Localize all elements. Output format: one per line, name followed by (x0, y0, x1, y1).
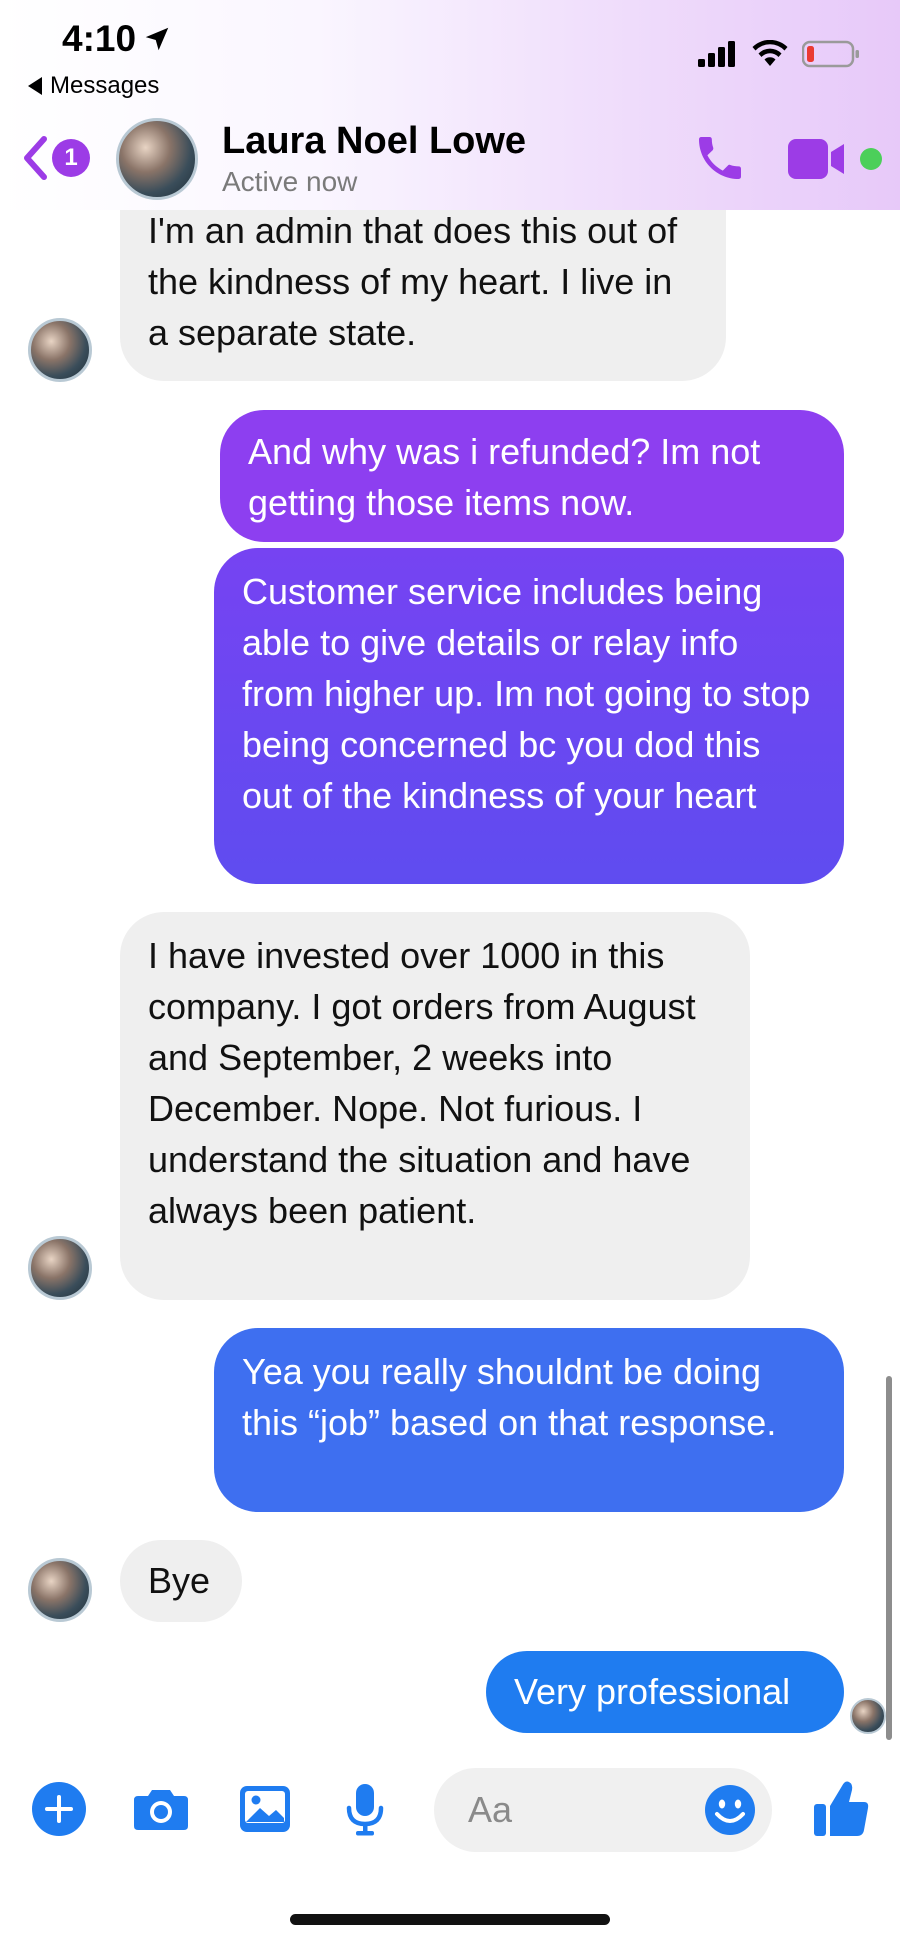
message-text: Bye (148, 1560, 211, 1601)
message-bubble-outgoing[interactable]: Very professional (486, 1651, 844, 1733)
plus-icon[interactable] (30, 1780, 88, 1838)
message-bubble-incoming[interactable]: I have invested over 1000 in this compan… (120, 912, 750, 1300)
sender-avatar (28, 318, 92, 382)
chevron-left-icon (24, 136, 47, 180)
location-arrow-icon (145, 27, 169, 51)
composer-bar (0, 1760, 900, 1860)
back-button[interactable]: 1 (20, 134, 90, 182)
contact-name[interactable]: Laura Noel Lowe (222, 120, 526, 163)
message-text: Very professional (514, 1671, 791, 1712)
status-icons (698, 40, 860, 68)
status-time-text: 4:10 (62, 18, 137, 59)
message-bubble-incoming[interactable]: I'm an admin that does this out of the k… (120, 189, 726, 381)
emoji-icon[interactable] (704, 1784, 756, 1836)
unread-badge: 1 (52, 139, 90, 177)
sender-avatar (28, 1558, 92, 1622)
phone-icon[interactable] (692, 130, 748, 186)
message-text: I have invested over 1000 in this compan… (148, 935, 696, 1231)
message-bubble-incoming[interactable]: Bye (120, 1540, 242, 1622)
top-bar: 4:10 Messages 1 Laura Noel Lowe Active n… (0, 0, 900, 210)
message-text: I'm an admin that does this out of the k… (148, 210, 678, 353)
battery-icon (802, 40, 859, 68)
thumbs-up-icon[interactable] (812, 1778, 870, 1838)
home-indicator[interactable] (290, 1914, 610, 1925)
microphone-icon[interactable] (336, 1780, 394, 1838)
contact-status: Active now (222, 166, 358, 197)
wifi-icon (752, 40, 788, 66)
message-bubble-outgoing[interactable]: Yea you really shouldnt be doing this “j… (214, 1328, 844, 1512)
status-time: 4:10 (62, 18, 172, 60)
message-text: Customer service includes being able to … (242, 571, 811, 816)
contact-avatar[interactable] (116, 118, 198, 200)
scrollbar[interactable] (886, 1376, 892, 1740)
camera-icon[interactable] (132, 1780, 190, 1838)
message-text: And why was i refunded? Im not getting t… (248, 431, 761, 523)
back-triangle-icon (28, 77, 42, 95)
photo-icon[interactable] (236, 1780, 294, 1838)
message-bubble-outgoing[interactable]: Customer service includes being able to … (214, 548, 844, 884)
conversation-header: 1 Laura Noel Lowe Active now (0, 112, 900, 208)
signal-icon (698, 41, 735, 67)
message-bubble-outgoing[interactable]: And why was i refunded? Im not getting t… (220, 410, 844, 542)
read-receipt-avatar (850, 1698, 886, 1734)
back-app-label: Messages (50, 72, 160, 99)
message-text: Yea you really shouldnt be doing this “j… (242, 1351, 777, 1443)
video-icon[interactable] (788, 134, 848, 184)
back-to-app-link[interactable]: Messages (28, 72, 159, 100)
online-indicator (860, 148, 882, 170)
sender-avatar (28, 1236, 92, 1300)
